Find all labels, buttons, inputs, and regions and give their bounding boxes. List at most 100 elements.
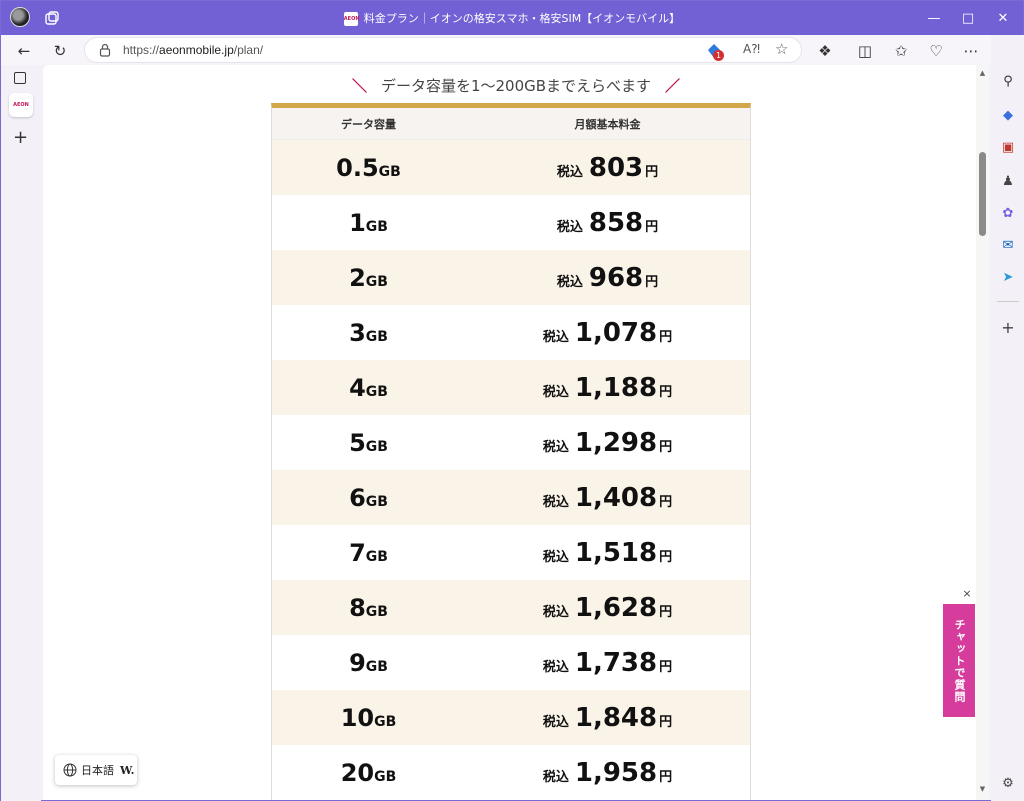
extensions-icon[interactable]: ❖ — [813, 39, 837, 63]
table-row: 20GB 税込 1,958 円 — [272, 745, 750, 800]
price-value: 1,848 — [574, 702, 658, 733]
table-row: 9GB 税込 1,738 円 — [272, 635, 750, 690]
minimize-button[interactable]: — — [922, 7, 946, 29]
lock-icon[interactable] — [99, 43, 111, 57]
data-capacity-cell: 6GB — [272, 484, 465, 512]
col-header-price: 月額基本料金 — [574, 117, 641, 131]
yen-unit: 円 — [659, 384, 673, 400]
tax-included-label: 税込 — [542, 549, 569, 565]
yen-unit: 円 — [645, 274, 659, 290]
favorite-star-icon[interactable]: ☆ — [775, 40, 788, 58]
col-header-data: データ容量 — [341, 117, 396, 131]
language-label: 日本語 — [81, 764, 114, 777]
scroll-down-arrow[interactable]: ▼ — [978, 785, 987, 793]
data-capacity-unit: GB — [365, 658, 388, 675]
data-capacity-unit: GB — [365, 383, 388, 400]
data-capacity-value: 2 — [349, 263, 366, 292]
table-header: データ容量 月額基本料金 — [272, 108, 750, 140]
data-capacity-value: 6 — [349, 483, 366, 512]
data-capacity-cell: 7GB — [272, 539, 465, 567]
data-capacity-value: 10 — [340, 703, 375, 732]
tab-aeon[interactable]: AEON — [9, 93, 33, 117]
tax-included-label: 税込 — [542, 439, 569, 455]
designer-icon[interactable]: ➤ — [998, 267, 1018, 287]
data-capacity-unit: GB — [365, 218, 388, 235]
close-window-button[interactable]: ✕ — [991, 7, 1015, 29]
table-row: 4GB 税込 1,188 円 — [272, 360, 750, 415]
data-capacity-unit: GB — [378, 163, 401, 180]
url-text: https://aeonmobile.jp/plan/ — [123, 43, 264, 57]
more-icon[interactable]: ⋯ — [959, 39, 983, 63]
microsoft-365-icon[interactable]: ✿ — [998, 203, 1018, 223]
tab-actions-icon[interactable] — [14, 72, 26, 84]
notification-badge: 1 — [713, 50, 724, 61]
price-value: 1,738 — [574, 647, 658, 678]
add-sidebar-app-icon[interactable]: + — [998, 317, 1018, 337]
tax-included-label: 税込 — [556, 219, 583, 235]
plan-heading: ＼ データ容量を1〜200GBまでえらべます／ — [351, 77, 681, 95]
price-value: 1,518 — [574, 537, 658, 568]
page-scrollbar[interactable]: ▲ ▼ — [976, 65, 989, 800]
sidebar-settings-icon[interactable]: ⚙ — [998, 773, 1018, 793]
yen-unit: 円 — [659, 494, 673, 510]
new-tab-icon[interactable]: + — [13, 127, 28, 148]
data-capacity-cell: 0.5GB — [272, 154, 465, 182]
vertical-tab-strip: AEON + — [1, 65, 41, 801]
yen-unit: 円 — [659, 769, 673, 785]
data-capacity-cell: 4GB — [272, 374, 465, 402]
price-value: 1,408 — [574, 482, 658, 513]
table-row: 6GB 税込 1,408 円 — [272, 470, 750, 525]
yen-unit: 円 — [659, 329, 673, 345]
chat-close-button[interactable]: × — [960, 587, 974, 601]
table-row: 7GB 税込 1,518 円 — [272, 525, 750, 580]
data-capacity-unit: GB — [374, 768, 397, 785]
price-cell: 税込 1,738 円 — [465, 648, 750, 678]
price-cell: 税込 858 円 — [465, 208, 750, 238]
price-cell: 税込 1,628 円 — [465, 593, 750, 623]
maximize-button[interactable]: □ — [956, 7, 980, 29]
tools-briefcase-icon[interactable]: ▣ — [998, 137, 1018, 157]
tax-included-label: 税込 — [542, 769, 569, 785]
data-capacity-unit: GB — [365, 493, 388, 510]
price-value: 1,628 — [574, 592, 658, 623]
yen-unit: 円 — [659, 714, 673, 730]
data-capacity-value: 9 — [349, 648, 366, 677]
data-capacity-value: 20 — [340, 758, 375, 787]
data-capacity-value: 5 — [349, 428, 366, 457]
browser-essentials-icon[interactable]: ♡ — [924, 39, 948, 63]
read-aloud-icon[interactable]: A⁈ — [743, 42, 760, 56]
favorites-icon[interactable]: ✩ — [889, 39, 913, 63]
table-row: 0.5GB 税込 803 円 — [272, 140, 750, 195]
outlook-icon[interactable]: ✉ — [998, 235, 1018, 255]
split-screen-icon[interactable]: ◫ — [853, 39, 877, 63]
scroll-up-arrow[interactable]: ▲ — [978, 69, 987, 77]
data-capacity-cell: 10GB — [272, 704, 465, 732]
price-cell: 税込 1,188 円 — [465, 373, 750, 403]
chat-question-button[interactable]: チャットで質問 — [943, 604, 975, 717]
decor-slash-right: ／ — [665, 77, 681, 95]
data-capacity-value: 7 — [349, 538, 366, 567]
refresh-icon[interactable]: ↻ — [48, 39, 72, 63]
back-icon[interactable]: ← — [12, 39, 36, 63]
plan-price-table: データ容量 月額基本料金 0.5GB 税込 803 円 1GB 税込 858 円 2GB 税込 96… — [271, 103, 751, 800]
data-capacity-unit: GB — [374, 713, 397, 730]
scroll-thumb[interactable] — [979, 152, 986, 236]
tax-included-label: 税込 — [542, 494, 569, 510]
data-capacity-unit: GB — [365, 273, 388, 290]
games-icon[interactable]: ♟ — [998, 171, 1018, 191]
price-value: 858 — [588, 207, 644, 238]
price-cell: 税込 1,958 円 — [465, 758, 750, 788]
search-icon[interactable]: ⚲ — [998, 71, 1018, 91]
language-selector[interactable]: 日本語 W. — [55, 755, 137, 785]
address-bar[interactable]: https://aeonmobile.jp/plan/ 1 A⁈ ☆ — [84, 37, 802, 63]
title-bar: AEON 料金プラン｜イオンの格安スマホ・格安SIM【イオンモバイル】 — □ ✕ — [1, 1, 1023, 35]
tax-included-label: 税込 — [556, 164, 583, 180]
window-title: AEON 料金プラン｜イオンの格安スマホ・格安SIM【イオンモバイル】 — [1, 10, 1023, 26]
shopping-tag-icon[interactable]: ◆ — [998, 105, 1018, 125]
tax-included-label: 税込 — [542, 384, 569, 400]
data-capacity-cell: 20GB — [272, 759, 465, 787]
sidebar-divider — [997, 301, 1019, 302]
price-value: 1,958 — [574, 757, 658, 788]
tracking-prevention-icon[interactable]: 1 — [705, 42, 724, 61]
price-cell: 税込 968 円 — [465, 263, 750, 293]
